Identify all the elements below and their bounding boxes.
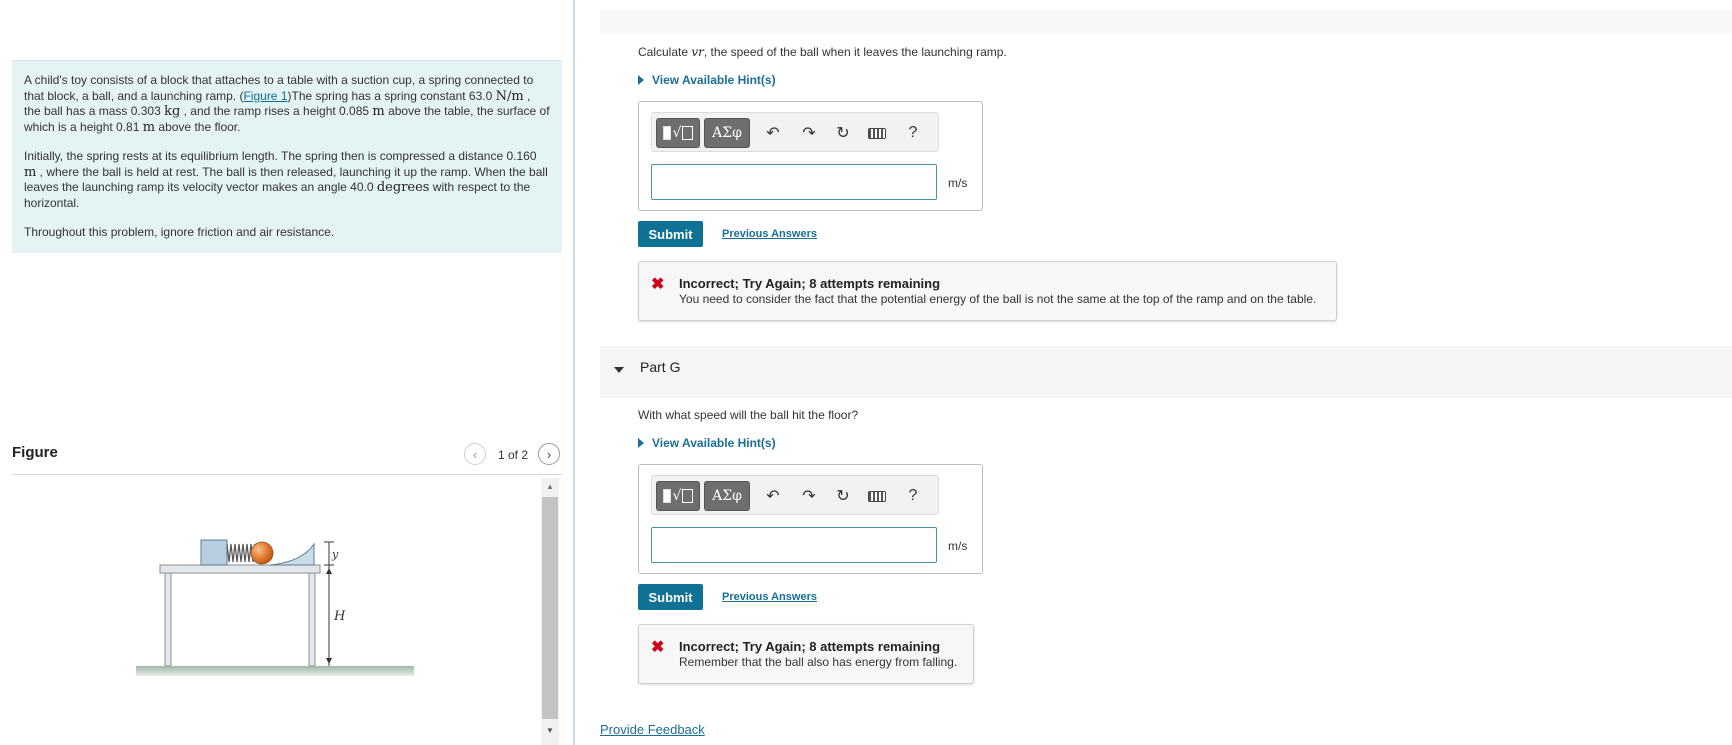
part-g-header[interactable]: Part G	[600, 346, 1732, 398]
figure-header: Figure ‹ 1 of 2 ›	[12, 443, 562, 475]
scroll-thumb[interactable]	[542, 497, 558, 719]
reset-icon[interactable]: ↻	[830, 484, 856, 508]
ball	[250, 541, 274, 565]
unit-label: m/s	[948, 176, 968, 190]
part-g-label: Part G	[640, 359, 681, 375]
reset-icon[interactable]: ↻	[830, 121, 856, 145]
h-label: H	[333, 609, 346, 624]
greek-symbols-button[interactable]: ΑΣφ	[704, 481, 750, 511]
previous-answers-link-part-g[interactable]: Previous Answers	[722, 591, 817, 603]
problem-paragraph-3: Throughout this problem, ignore friction…	[24, 225, 335, 239]
problem-statement: A child's toy consists of a block that a…	[12, 60, 562, 253]
redo-icon[interactable]: ↷	[796, 484, 822, 508]
question-part-g: With what speed will the ball hit the fl…	[638, 408, 859, 422]
left-pane: A child's toy consists of a block that a…	[0, 0, 572, 745]
templates-icon	[662, 126, 671, 140]
templates-icon	[662, 489, 671, 503]
h-arrow-down	[326, 658, 332, 664]
expand-triangle-icon	[638, 75, 644, 85]
error-x-icon: ✖	[651, 276, 665, 293]
h-arrow-up	[326, 568, 332, 574]
templates-button[interactable]: √	[656, 118, 700, 148]
keyboard-icon[interactable]	[864, 121, 890, 145]
feedback-message: You need to consider the fact that the p…	[679, 292, 1317, 306]
undo-icon[interactable]: ↶	[760, 484, 786, 508]
feedback-part-g: ✖ Incorrect; Try Again; 8 attempts remai…	[638, 624, 974, 684]
templates-button[interactable]: √	[656, 481, 700, 511]
chevron-left-icon: ‹	[472, 446, 478, 462]
error-x-icon: ✖	[651, 639, 665, 656]
feedback-message: Remember that the ball also has energy f…	[679, 655, 958, 669]
expand-triangle-icon	[638, 438, 644, 448]
feedback-title: Incorrect; Try Again; 8 attempts remaini…	[679, 639, 941, 654]
answer-input-part-g[interactable]	[651, 527, 937, 563]
scroll-down-icon[interactable]: ▼	[541, 724, 559, 738]
launch-ramp	[269, 542, 315, 566]
hint-toggle-part-g[interactable]: View Available Hint(s)	[638, 436, 776, 450]
answer-input-part-f[interactable]	[651, 164, 937, 200]
math-toolbar: √ ΑΣφ ↶ ↷ ↻ ?	[651, 112, 939, 152]
figure-prev-button[interactable]: ‹	[464, 443, 486, 465]
keyboard-icon[interactable]	[864, 484, 890, 508]
part-header-band	[600, 10, 1732, 34]
figure-next-button[interactable]: ›	[538, 443, 560, 465]
variable-vr: vr	[691, 45, 704, 59]
problem-paragraph-1: A child's toy consists of a block that a…	[24, 73, 550, 135]
answer-box-part-g: √ ΑΣφ ↶ ↷ ↻ ? m/s	[638, 464, 983, 574]
submit-button-part-f[interactable]: Submit	[638, 221, 703, 247]
table-leg-left	[164, 572, 172, 667]
redo-icon[interactable]: ↷	[796, 121, 822, 145]
undo-icon[interactable]: ↶	[760, 121, 786, 145]
collapse-triangle-icon	[614, 367, 624, 373]
help-icon[interactable]: ?	[900, 484, 926, 508]
scroll-up-icon[interactable]: ▲	[541, 480, 559, 494]
figure-image: y H	[12, 476, 542, 745]
suction-block	[200, 539, 228, 566]
chevron-right-icon: ›	[546, 446, 552, 462]
help-icon[interactable]: ?	[900, 121, 926, 145]
table-top	[159, 564, 321, 574]
feedback-title: Incorrect; Try Again; 8 attempts remaini…	[679, 276, 941, 291]
hint-toggle-part-f[interactable]: View Available Hint(s)	[638, 73, 776, 87]
toy-launcher-illustration: y H	[136, 539, 414, 676]
submit-button-part-g[interactable]: Submit	[638, 584, 703, 610]
math-toolbar: √ ΑΣφ ↶ ↷ ↻ ?	[651, 475, 939, 515]
problem-paragraph-2: Initially, the spring rests at its equil…	[24, 149, 548, 210]
previous-answers-link-part-f[interactable]: Previous Answers	[722, 228, 817, 240]
unit-label: m/s	[948, 539, 968, 553]
pane-divider[interactable]	[573, 0, 575, 745]
figure-link[interactable]: Figure 1	[243, 89, 287, 103]
table-leg-right	[308, 572, 316, 667]
figure-title: Figure	[12, 444, 58, 461]
question-part-f: Calculate vr, the speed of the ball when…	[638, 45, 1007, 59]
figure-counter: 1 of 2	[498, 448, 529, 462]
figure-scrollbar[interactable]: ▲ ▼	[541, 478, 559, 745]
floor	[136, 666, 414, 676]
greek-symbols-button[interactable]: ΑΣφ	[704, 118, 750, 148]
answer-box-part-f: √ ΑΣφ ↶ ↷ ↻ ? m/s	[638, 101, 983, 211]
y-label: y	[331, 548, 339, 561]
feedback-part-f: ✖ Incorrect; Try Again; 8 attempts remai…	[638, 261, 1337, 321]
provide-feedback-link[interactable]: Provide Feedback	[600, 722, 705, 737]
